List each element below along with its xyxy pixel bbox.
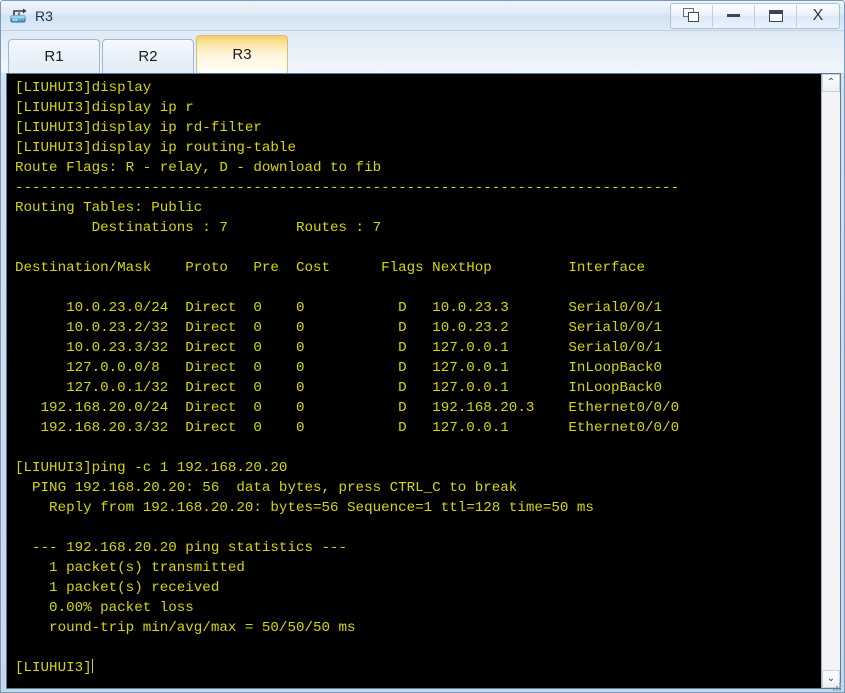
terminal-line: ----------------------------------------… (15, 180, 680, 196)
router-icon (10, 7, 28, 24)
terminal-line: PING 192.168.20.20: 56 data bytes, press… (15, 480, 518, 496)
chevron-up-icon: ⌃ (826, 77, 836, 88)
terminal-line: --- 192.168.20.20 ping statistics --- (15, 540, 348, 556)
terminal-line: 192.168.20.3/32 Direct 0 0 D 127.0.0.1 E… (15, 420, 680, 436)
maximize-button[interactable] (755, 4, 797, 27)
title-bar: R3 X (1, 1, 844, 31)
terminal-line: 127.0.0.1/32 Direct 0 0 D 127.0.0.1 InLo… (15, 380, 663, 396)
terminal-line: Reply from 192.168.20.20: bytes=56 Seque… (15, 500, 594, 516)
scrollbar-track[interactable] (822, 92, 840, 670)
terminal-output[interactable]: [LIUHUI3]display [LIUHUI3]display ip r [LI… (7, 74, 821, 688)
restore-windows-button[interactable] (671, 4, 713, 27)
minimize-button[interactable] (713, 4, 755, 27)
terminal-line: 192.168.20.0/24 Direct 0 0 D 192.168.20.… (15, 400, 680, 416)
tab-strip: R1 R2 R3 (1, 31, 844, 73)
terminal-line: 10.0.23.2/32 Direct 0 0 D 10.0.23.2 Seri… (15, 320, 663, 336)
terminal-line: [LIUHUI3]display ip rd-filter (15, 120, 262, 136)
terminal-cursor (91, 659, 93, 673)
terminal-line: 1 packet(s) transmitted (15, 560, 245, 576)
close-button[interactable]: X (797, 5, 839, 27)
terminal-line: 1 packet(s) received (15, 580, 220, 596)
maximize-icon (768, 9, 783, 22)
terminal-line: [LIUHUI3] (15, 659, 93, 676)
scroll-up-button[interactable]: ⌃ (822, 74, 840, 92)
resize-grip[interactable] (830, 679, 842, 691)
terminal-line: Route Flags: R - relay, D - download to … (15, 160, 382, 176)
title-bar-left: R3 (1, 7, 670, 24)
tab-r2[interactable]: R2 (102, 39, 194, 73)
console-window: R3 X R1 R2 R3 [LIUHUI3]display [LIUHUI3]… (0, 0, 845, 693)
tab-r3[interactable]: R3 (196, 35, 288, 73)
terminal-line: Routing Tables: Public (15, 200, 203, 216)
window-controls: X (670, 2, 840, 29)
restore-windows-icon (683, 8, 700, 23)
terminal-line: 10.0.23.3/32 Direct 0 0 D 127.0.0.1 Seri… (15, 340, 663, 356)
tab-r3-label: R3 (232, 46, 252, 63)
terminal-line: 127.0.0.0/8 Direct 0 0 D 127.0.0.1 InLoo… (15, 360, 663, 376)
terminal-frame: [LIUHUI3]display [LIUHUI3]display ip r [LI… (6, 73, 841, 689)
minimize-icon (727, 14, 740, 17)
tab-r1[interactable]: R1 (8, 39, 100, 73)
terminal-scrollbar[interactable]: ⌃ ⌄ (821, 74, 840, 688)
terminal-line: Destination/Mask Proto Pre Cost Flags Ne… (15, 260, 646, 276)
terminal-line: [LIUHUI3]display (15, 80, 152, 96)
window-title: R3 (35, 7, 53, 24)
terminal-line: Destinations : 7 Routes : 7 (15, 220, 382, 236)
terminal-line: [LIUHUI3]ping -c 1 192.168.20.20 (15, 460, 288, 476)
tab-r1-label: R1 (44, 48, 64, 65)
terminal-line: [LIUHUI3]display ip r (15, 100, 194, 116)
terminal-line: round-trip min/avg/max = 50/50/50 ms (15, 620, 356, 636)
terminal-line: [LIUHUI3]display ip routing-table (15, 140, 296, 156)
tab-r2-label: R2 (138, 48, 158, 65)
terminal-line: 10.0.23.0/24 Direct 0 0 D 10.0.23.3 Seri… (15, 300, 663, 316)
terminal-line: 0.00% packet loss (15, 600, 194, 616)
close-icon: X (812, 6, 824, 24)
